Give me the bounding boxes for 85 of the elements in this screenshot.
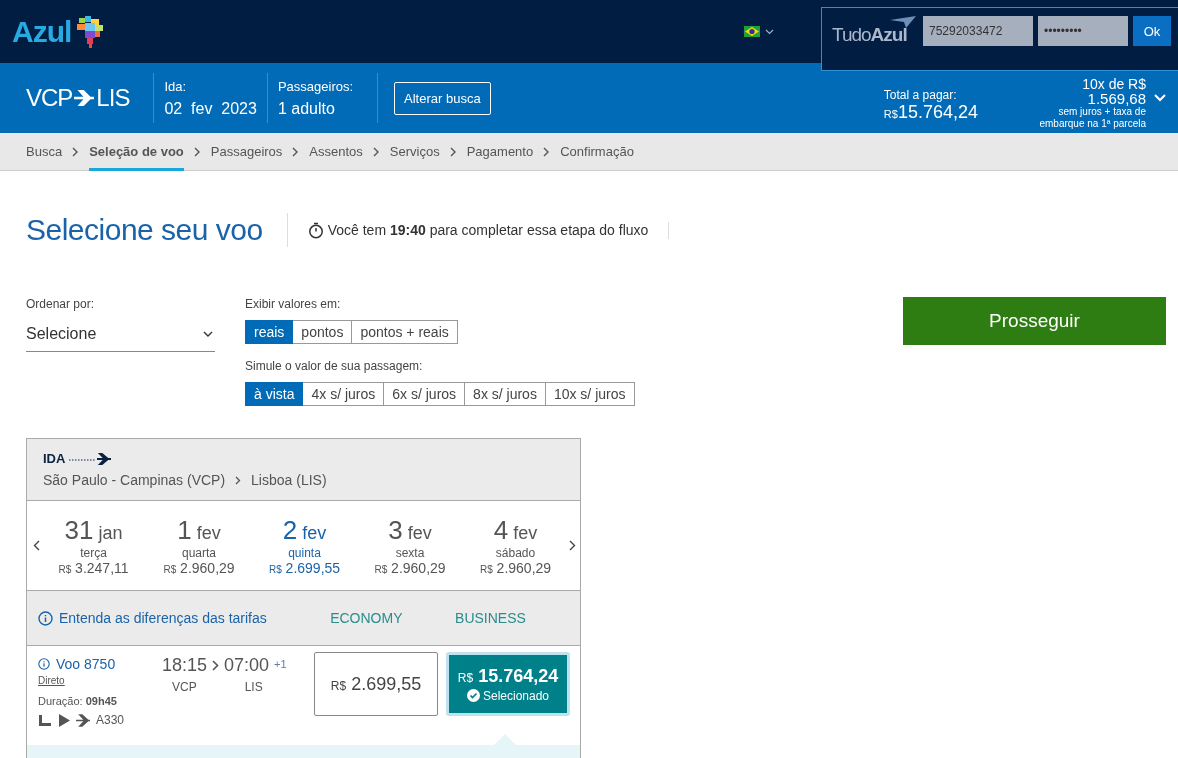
arrival-airport: LIS <box>244 680 263 694</box>
installment-option[interactable]: 6x s/ juros <box>384 382 466 406</box>
passengers-value: 1 adulto <box>277 99 336 118</box>
day-offset: +1 <box>274 658 287 670</box>
chevron-right-icon <box>449 146 457 157</box>
total-label: Total a pagar: <box>883 87 958 102</box>
date-label: Ida: <box>164 78 188 94</box>
check-circle-icon <box>466 689 480 702</box>
chevron-right-icon <box>372 146 380 157</box>
password-field[interactable]: ••••••••• <box>1038 16 1128 46</box>
stopwatch-icon <box>307 221 324 239</box>
duration-text: Duração: 09h45 <box>38 695 118 707</box>
currency-option[interactable]: pontos <box>293 320 353 344</box>
aircraft-model: A330 <box>96 713 125 727</box>
info-icon <box>38 658 50 670</box>
chevron-right-icon <box>235 475 242 485</box>
date-option[interactable]: 1 fev quarta R$ 2.960,29 <box>147 515 251 576</box>
ok-button[interactable]: Ok <box>1133 16 1171 46</box>
date-option[interactable]: 2 fev quinta R$ 2.699,55 <box>252 515 357 576</box>
timer-text: Você tem 19:40 para completar essa etapa do fluxo <box>327 222 649 238</box>
chevron-down-icon[interactable] <box>765 28 774 35</box>
total-amount: R$15.764,24 <box>883 101 978 123</box>
plane-icon <box>76 713 90 727</box>
installments-note: sem juros + taxa de embarque na 1ª parcela <box>1038 105 1146 130</box>
logo[interactable]: Azul <box>12 14 72 49</box>
date-option[interactable]: 31 jan terça R$ 3.247,11 <box>41 515 146 576</box>
stops-link[interactable]: Direto <box>38 675 162 686</box>
chevron-right-icon <box>292 146 300 157</box>
username-field[interactable]: 75292033472 <box>923 16 1033 46</box>
origin-city: São Paulo - Campinas (VCP) <box>43 472 226 488</box>
step-link[interactable]: Serviços <box>389 132 440 171</box>
step-link[interactable]: Assentos <box>309 132 363 171</box>
page-title: Selecione seu voo <box>26 213 288 247</box>
installments-head: 10x de R$ <box>1082 76 1146 91</box>
play-icon <box>58 713 70 727</box>
loyalty-brand: TudoAzul <box>832 24 907 46</box>
fare-column-header: BUSINESS <box>455 610 527 626</box>
fare-column-header: ECONOMY <box>330 610 404 626</box>
plane-icon <box>74 90 95 106</box>
sort-label: Ordenar por: <box>26 297 96 311</box>
currency-option[interactable]: pontos + reais <box>352 320 458 344</box>
simulate-label: Simule o valor de sua passagem: <box>245 359 423 373</box>
origin-code: VCP <box>26 84 73 112</box>
chevron-left-icon[interactable] <box>33 540 40 551</box>
info-icon <box>38 610 53 626</box>
destination-code: LIS <box>96 84 130 112</box>
installment-option[interactable]: à vista <box>245 382 304 406</box>
step-link[interactable]: Seleção de voo <box>89 132 184 171</box>
change-search-button[interactable]: Alterar busca <box>394 81 491 115</box>
chevron-right-icon <box>72 146 80 157</box>
date-value: 02 fev 2023 <box>164 99 257 118</box>
chevron-right-icon <box>193 146 201 157</box>
flight-number-link[interactable]: Voo 8750 <box>56 656 116 672</box>
passengers-label: Passageiros: <box>277 78 354 94</box>
step-link[interactable]: Confirmação <box>560 132 634 171</box>
arrival-time: 07:00 <box>224 655 270 676</box>
fare-option[interactable]: R$ 2.699,55 <box>314 652 438 716</box>
proceed-button[interactable]: Prosseguir <box>903 297 1166 345</box>
installment-option[interactable]: 4x s/ juros <box>303 382 385 406</box>
sort-dropdown[interactable]: Selecione <box>26 313 215 352</box>
dotted-plane-icon <box>69 452 112 465</box>
fare-info-link[interactable]: Entenda as diferenças das tarifas <box>59 610 267 626</box>
chevron-right-icon <box>543 146 551 157</box>
map-icon <box>75 15 106 48</box>
step-link[interactable]: Pagamento <box>466 132 534 171</box>
installment-option[interactable]: 8x s/ juros <box>465 382 546 406</box>
seat-icon <box>38 713 52 727</box>
installment-option[interactable]: 10x s/ juros <box>545 382 635 406</box>
chevron-right-icon[interactable] <box>569 540 576 551</box>
flag-icon[interactable] <box>744 26 760 37</box>
step-link[interactable]: Busca <box>26 132 63 171</box>
paper-plane-icon <box>890 16 916 28</box>
chevron-down-icon[interactable] <box>203 331 213 337</box>
chevron-right-icon <box>212 660 220 671</box>
departure-airport: VCP <box>172 680 197 694</box>
date-option[interactable]: 3 fev sexta R$ 2.960,29 <box>358 515 462 576</box>
date-option[interactable]: 4 fev sábado R$ 2.960,29 <box>463 515 568 576</box>
display-label: Exibir valores em: <box>245 297 341 311</box>
step-link[interactable]: Passageiros <box>210 132 283 171</box>
destination-city: Lisboa (LIS) <box>251 472 327 488</box>
departure-time: 18:15 <box>162 655 208 676</box>
direction-label: IDA <box>43 451 66 466</box>
fare-option[interactable]: R$ 15.764,24 Selecionado <box>446 652 570 716</box>
installments-value: 1.569,68 <box>1087 90 1146 106</box>
currency-option[interactable]: reais <box>245 320 294 344</box>
